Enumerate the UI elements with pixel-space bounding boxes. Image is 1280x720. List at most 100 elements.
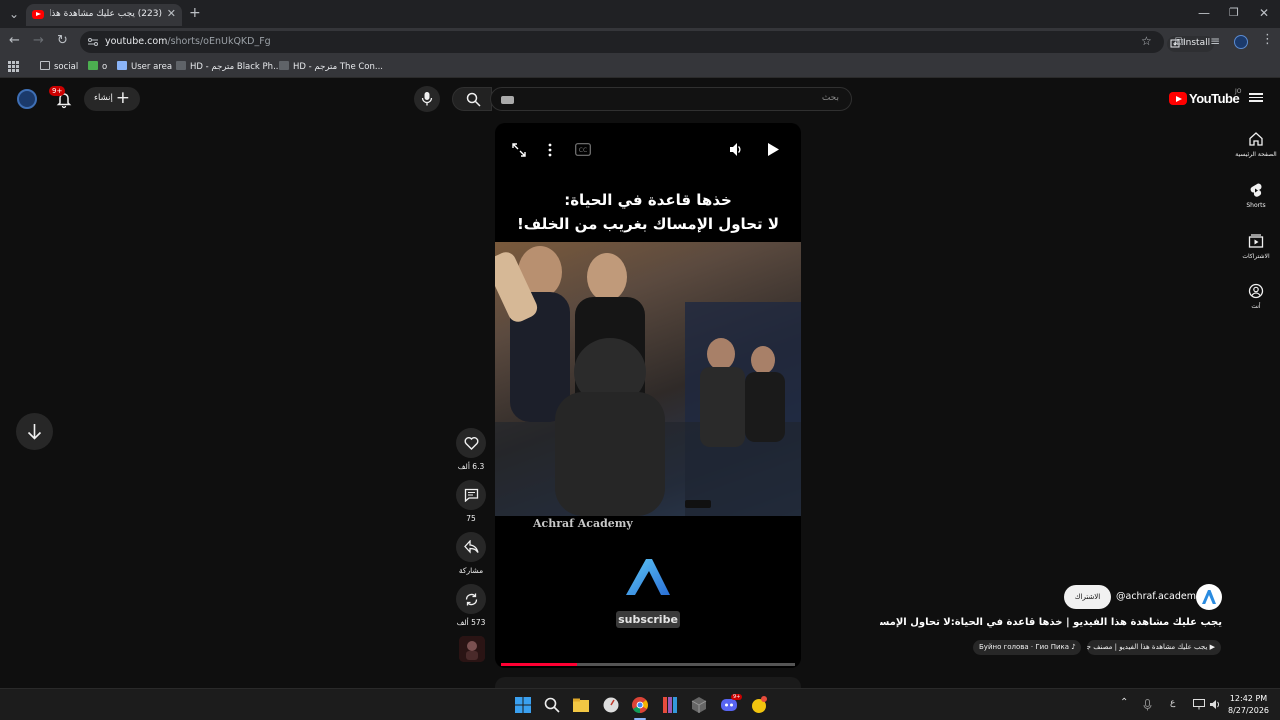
remix-count: 573 ألف — [456, 618, 486, 627]
keyboard-icon[interactable] — [501, 96, 514, 104]
voice-search-button[interactable] — [414, 86, 440, 112]
cube-app-icon[interactable] — [690, 696, 708, 714]
sound-artwork-icon — [459, 636, 485, 662]
site-info-icon[interactable] — [87, 36, 99, 48]
account-avatar[interactable] — [17, 89, 37, 109]
windows-start-icon[interactable] — [514, 696, 532, 714]
shorts-player[interactable]: CC خذها قاعدة في الحياة: لا تحاول الإمسا… — [495, 123, 801, 668]
clock-app-icon[interactable] — [602, 696, 620, 714]
sidebar-item-subscriptions[interactable]: الاشتراكات — [1234, 233, 1278, 260]
share-button[interactable]: مشاركة — [455, 532, 487, 575]
bookmark-tl-icon — [117, 61, 127, 70]
sidebar-item-shorts[interactable]: Shorts — [1234, 182, 1278, 209]
subscriptions-icon — [1248, 234, 1264, 248]
youtube-favicon-icon — [32, 10, 44, 19]
achraf-academy-logo-icon — [626, 559, 670, 595]
comment-count: 75 — [466, 514, 476, 523]
you-icon — [1248, 283, 1264, 299]
subscribe-overlay-text: subscribe — [616, 611, 680, 628]
input-language-indicator[interactable]: ع — [1170, 698, 1175, 708]
remix-icon — [465, 593, 477, 605]
colorful-app-icon[interactable] — [661, 696, 679, 714]
show-hidden-icons-chevron[interactable]: ⌃ — [1120, 697, 1128, 708]
guide-menu-icon[interactable] — [1249, 91, 1263, 105]
bookmarks-bar: social o User area HD - مترجم Black Ph..… — [0, 56, 1280, 78]
new-tab-button[interactable]: + — [189, 6, 201, 20]
channel-watermark: Achraf Academy — [533, 517, 633, 530]
discord-badge: 9+ — [731, 694, 743, 700]
channel-handle[interactable]: @achraf.academy — [1116, 591, 1202, 602]
forward-arrow-icon[interactable]: → — [33, 34, 44, 48]
comment-icon — [464, 488, 478, 502]
youtube-logo[interactable]: YouTube JO — [1169, 88, 1242, 108]
tab-search-chevron-icon[interactable]: ⌄ — [9, 7, 19, 21]
extensions-icon[interactable]: ⧉ — [1175, 34, 1184, 48]
player-controls: CC — [495, 123, 801, 175]
sidebar-item-home[interactable]: الصفحة الرئيسية — [1234, 131, 1278, 158]
bookmark-the-con[interactable]: HD - مترجم The Con... — [279, 61, 383, 72]
media-controls-icon[interactable]: ≡ — [1210, 34, 1220, 48]
browser-tab-active[interactable]: (223) يجب عليك مشاهدة هذا الف ✕ — [26, 4, 182, 26]
like-button[interactable]: 6.3 ألف — [455, 428, 487, 471]
remix-button[interactable]: 573 ألف — [455, 584, 487, 627]
like-count: 6.3 ألف — [457, 462, 485, 471]
video-progress-bar[interactable] — [501, 663, 795, 666]
bookmark-black-ph[interactable]: HD - مترجم Black Ph... — [176, 61, 281, 72]
bookmark-o[interactable]: o — [88, 61, 107, 72]
notifications-button[interactable]: 9+ — [49, 86, 74, 109]
browser-menu-icon[interactable]: ⋮ — [1261, 33, 1274, 47]
search-button[interactable] — [452, 87, 492, 111]
bookmark-user-area[interactable]: User area — [117, 61, 172, 72]
plus-icon: + — [115, 88, 130, 108]
speaker-icon[interactable] — [1209, 699, 1221, 710]
sound-thumbnail[interactable] — [459, 636, 485, 662]
game-app-icon[interactable] — [750, 696, 768, 714]
tab-title: (223) يجب عليك مشاهدة هذا الف — [50, 9, 162, 19]
apps-grid-icon[interactable] — [8, 61, 19, 72]
taskbar-search-icon[interactable] — [543, 696, 561, 714]
play-small-icon: ▶ — [1207, 643, 1215, 651]
file-explorer-icon[interactable] — [572, 696, 590, 714]
restore-button[interactable]: ❐ — [1229, 6, 1239, 20]
tray-microphone-icon[interactable] — [1143, 699, 1152, 711]
bookmark-site-icon — [176, 61, 186, 70]
taskbar-clock[interactable]: 12:42 PM 8/27/2026 — [1228, 693, 1269, 717]
network-icon[interactable] — [1193, 699, 1205, 710]
channel-avatar[interactable] — [1196, 584, 1222, 610]
url-text[interactable]: youtube.com/shorts/oEnUkQKD_Fg — [105, 36, 271, 47]
chrome-icon[interactable] — [631, 696, 649, 714]
browser-tab-bar: ⌄ (223) يجب عليك مشاهدة هذا الف ✕ + — ❐ … — [0, 0, 1280, 28]
windows-taskbar: 9+ ⌃ ع 12:42 PM 8/27/2026 — [0, 688, 1280, 720]
next-short-button[interactable] — [16, 413, 53, 450]
sidebar-item-you[interactable]: أنت — [1234, 283, 1278, 310]
subscribe-button[interactable]: الاشتراك — [1064, 585, 1111, 609]
reload-icon[interactable]: ↻ — [57, 34, 68, 48]
more-options-icon[interactable] — [548, 143, 552, 157]
sound-chip[interactable]: Буйно голова · Гио Пика ♪ — [973, 640, 1081, 655]
play-icon[interactable] — [767, 142, 780, 157]
short-title[interactable]: يجب عليك مشاهدة هذا الفيديو | خذها قاعدة… — [880, 617, 1222, 628]
window-close-button[interactable]: ✕ — [1259, 6, 1269, 20]
bookmark-site-icon — [279, 61, 289, 70]
create-button[interactable]: إنشاء + — [84, 87, 140, 111]
home-icon — [1249, 132, 1263, 146]
address-bar[interactable]: youtube.com/shorts/oEnUkQKD_Fg Install ☆ — [80, 31, 1214, 53]
shorts-icon — [1250, 183, 1262, 197]
captions-icon[interactable]: CC — [575, 143, 591, 156]
search-input[interactable]: بحث — [490, 87, 852, 111]
heart-icon — [464, 437, 478, 450]
bookmark-social[interactable]: social — [40, 61, 78, 72]
comments-button[interactable]: 75 — [455, 480, 487, 523]
svg-text:CC: CC — [579, 147, 587, 154]
arrow-down-icon — [27, 424, 42, 440]
profile-avatar[interactable] — [1234, 35, 1248, 49]
youtube-page: 9+ إنشاء + بحث YouTube JO الصفحة الرئيسي… — [0, 79, 1280, 689]
tab-close-icon[interactable]: ✕ — [167, 7, 176, 20]
bookmark-star-icon[interactable]: ☆ — [1141, 34, 1152, 48]
playlist-chip[interactable]: ▶ يجب عليك مشاهدة هذا الفيديو | مصنف جيه… — [1087, 640, 1221, 655]
fullscreen-icon[interactable] — [512, 143, 526, 157]
minimize-button[interactable]: — — [1198, 6, 1210, 20]
volume-icon[interactable] — [728, 142, 742, 157]
back-arrow-icon[interactable]: ← — [9, 34, 20, 48]
video-caption-line-2: لا تحاول الإمساك بغريب من الخلف! — [516, 215, 780, 233]
